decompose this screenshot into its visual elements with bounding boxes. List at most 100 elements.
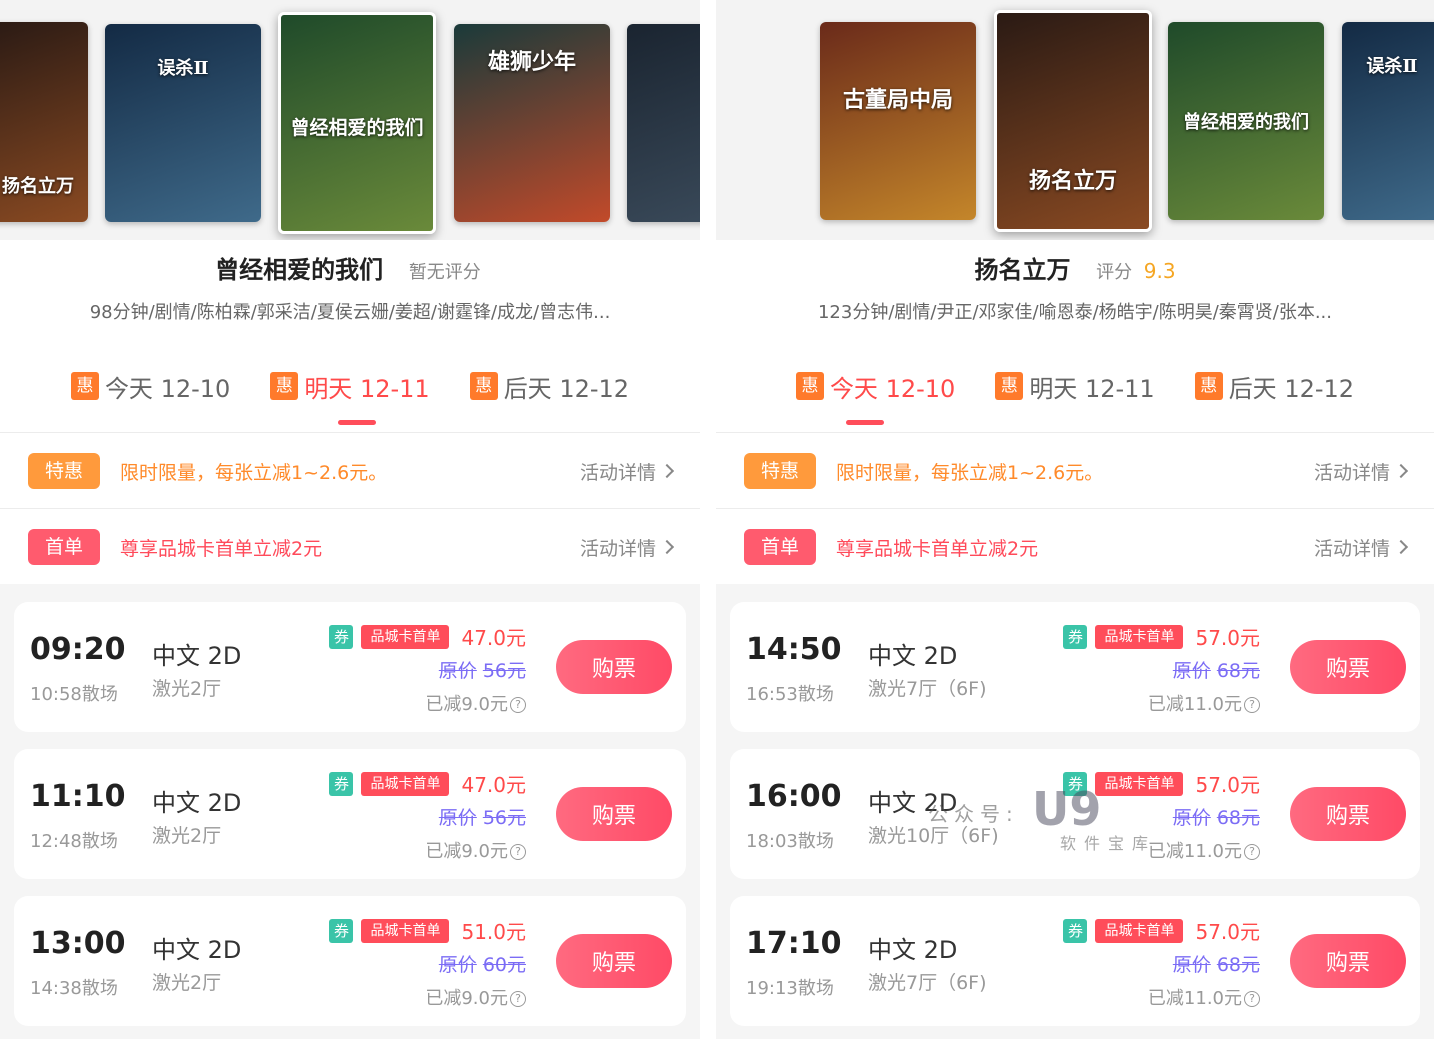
showtime-card[interactable]: 11:10 12:48散场 中文 2D 激光2厅 券品城卡首单 47.0元 原价 5… (14, 749, 686, 879)
date-tab-today[interactable]: 惠今天 12-10 (795, 360, 955, 412)
buy-ticket-button[interactable]: 购票 (1290, 787, 1406, 841)
poster-item[interactable]: 扬名立万 (0, 22, 88, 222)
activity-details-link[interactable]: 活动详情 (1313, 458, 1409, 485)
promo-row-first-order[interactable]: 首单 尊享品城卡首单立减2元 活动详情 (716, 510, 1434, 584)
poster-item[interactable]: 误杀Ⅱ (1342, 22, 1434, 220)
showtime-language: 中文 2D (868, 789, 958, 817)
promo-badge: 特惠 (744, 453, 816, 489)
showtime-end: 14:38散场 (30, 978, 118, 999)
showtime-card[interactable]: 14:50 16:53散场 中文 2D 激光7厅（6F) 券品城卡首单 57.0元… (730, 602, 1420, 732)
divider (716, 432, 1434, 433)
discount-badge: 惠 (70, 372, 99, 400)
showtime-start: 16:00 (746, 779, 842, 814)
original-price: 原价 68元 (1173, 656, 1260, 683)
card-first-order-tag: 品城卡首单 (1095, 624, 1184, 649)
saved-amount: 已减9.0元? (425, 690, 526, 716)
date-tab-day-after[interactable]: 惠后天 12-12 (469, 360, 629, 412)
date-tab-tomorrow[interactable]: 惠明天 12-11 (270, 360, 430, 412)
buy-ticket-button[interactable]: 购票 (556, 787, 672, 841)
question-icon[interactable]: ? (510, 844, 526, 860)
question-icon[interactable]: ? (1244, 844, 1260, 860)
poster-item-selected[interactable]: 曾经相爱的我们 (278, 12, 436, 234)
poster-item[interactable]: 误杀Ⅱ (105, 24, 261, 222)
buy-ticket-button[interactable]: 购票 (556, 934, 672, 988)
poster-item[interactable]: 古董局中局 (820, 22, 976, 220)
question-icon[interactable]: ? (1244, 697, 1260, 713)
date-tab-label: 后天 12-12 (1228, 374, 1355, 403)
original-price-label: 原价 (438, 807, 477, 829)
activity-details-label: 活动详情 (1313, 461, 1390, 484)
showtime-list: 14:50 16:53散场 中文 2D 激光7厅（6F) 券品城卡首单 57.0元… (716, 584, 1434, 1039)
card-first-order-tag: 品城卡首单 (361, 771, 450, 796)
date-tabs: 惠今天 12-10 惠明天 12-11 惠后天 12-12 (716, 360, 1434, 420)
poster-item[interactable] (627, 24, 700, 222)
rating-label: 暂无评分 (408, 262, 481, 283)
original-price: 原价 60元 (439, 950, 526, 977)
chevron-right-icon (659, 463, 675, 479)
movie-title: 曾经相爱的我们 (215, 256, 384, 284)
activity-details-link[interactable]: 活动详情 (579, 458, 675, 485)
poster-item-selected[interactable]: 扬名立万 (994, 10, 1152, 232)
showtime-card[interactable]: 13:00 14:38散场 中文 2D 激光2厅 券品城卡首单 51.0元 原价 6… (14, 896, 686, 1026)
buy-ticket-button[interactable]: 购票 (1290, 640, 1406, 694)
showtime-hall: 激光2厅 (152, 678, 222, 700)
activity-details-label: 活动详情 (579, 537, 656, 560)
date-tab-tomorrow[interactable]: 惠明天 12-11 (995, 360, 1155, 412)
saved-amount: 已减11.0元? (1148, 984, 1260, 1010)
showtime-hall: 激光2厅 (152, 825, 222, 847)
coupon-icon: 券 (329, 624, 354, 649)
active-tab-indicator (846, 420, 884, 425)
saved-amount-text: 已减11.0元 (1147, 841, 1242, 862)
question-icon[interactable]: ? (510, 991, 526, 1007)
showtime-language: 中文 2D (868, 936, 958, 964)
poster-carousel[interactable]: 古董局中局 扬名立万 曾经相爱的我们 误杀Ⅱ (716, 0, 1434, 240)
divider (716, 508, 1434, 509)
movie-meta: 98分钟/剧情/陈柏霖/郭采洁/夏侯云姗/姜超/谢霆锋/成龙/曾志伟... (89, 302, 611, 323)
current-price: 47.0元 (461, 773, 526, 797)
original-price-value: 68元 (1216, 807, 1260, 829)
showtime-card[interactable]: 17:10 19:13散场 中文 2D 激光7厅（6F) 券品城卡首单 57.0元… (730, 896, 1420, 1026)
showtime-end: 10:58散场 (30, 684, 118, 705)
promo-row-special[interactable]: 特惠 限时限量，每张立减1~2.6元。 活动详情 (0, 434, 700, 508)
coupon-icon: 券 (329, 918, 354, 943)
original-price-label: 原价 (438, 954, 477, 976)
question-icon[interactable]: ? (510, 697, 526, 713)
activity-details-link[interactable]: 活动详情 (1314, 534, 1409, 561)
original-price-label: 原价 (438, 660, 477, 682)
activity-details-label: 活动详情 (579, 461, 656, 484)
card-first-order-tag: 品城卡首单 (361, 918, 450, 943)
coupon-icon: 券 (1063, 918, 1088, 943)
chevron-right-icon (659, 539, 675, 555)
buy-ticket-button[interactable]: 购票 (1290, 934, 1406, 988)
showtime-start: 14:50 (746, 632, 842, 667)
promo-badge: 首单 (28, 529, 100, 565)
promo-text: 尊享品城卡首单立减2元 (836, 537, 1039, 560)
saved-amount-text: 已减9.0元 (425, 988, 508, 1009)
movie-info: 扬名立万 评分 9.3 123分钟/剧情/尹正/邓家佳/喻恩泰/杨皓宇/陈明昊/… (716, 250, 1434, 324)
promo-row-special[interactable]: 特惠 限时限量，每张立减1~2.6元。 活动详情 (716, 434, 1434, 508)
showtime-hall: 激光7厅（6F) (868, 678, 987, 700)
active-tab-indicator (338, 420, 376, 425)
showtime-card[interactable]: 09:20 10:58散场 中文 2D 激光2厅 券品城卡首单 47.0元 原价 5… (14, 602, 686, 732)
original-price-label: 原价 (1172, 660, 1211, 682)
poster-item[interactable]: 曾经相爱的我们 (1168, 22, 1324, 220)
question-icon[interactable]: ? (1244, 991, 1260, 1007)
showtime-start: 17:10 (746, 926, 842, 961)
saved-amount: 已减9.0元? (425, 984, 526, 1010)
poster-title: 误杀Ⅱ (157, 58, 209, 79)
poster-title: 雄狮少年 (487, 49, 576, 75)
date-tab-day-after[interactable]: 惠后天 12-12 (1194, 360, 1355, 412)
poster-carousel[interactable]: 扬名立万 误杀Ⅱ 曾经相爱的我们 雄狮少年 (0, 0, 700, 240)
current-price: 57.0元 (1195, 920, 1260, 944)
activity-details-link[interactable]: 活动详情 (579, 534, 675, 561)
date-tab-today[interactable]: 惠今天 12-10 (70, 360, 230, 412)
original-price: 原价 68元 (1173, 950, 1260, 977)
promo-row-first-order[interactable]: 首单 尊享品城卡首单立减2元 活动详情 (0, 510, 700, 584)
poster-item[interactable]: 雄狮少年 (454, 24, 610, 222)
saved-amount: 已减9.0元? (425, 837, 526, 863)
showtime-card[interactable]: 16:00 18:03散场 中文 2D 激光10厅（6F) 券品城卡首单 57.0… (730, 749, 1420, 879)
discount-badge: 惠 (469, 372, 498, 400)
buy-ticket-button[interactable]: 购票 (556, 640, 672, 694)
right-screen: 古董局中局 扬名立万 曾经相爱的我们 误杀Ⅱ 扬名立万 评分 9.3 123分钟… (716, 0, 1434, 1039)
showtime-hall: 激光2厅 (152, 972, 222, 994)
